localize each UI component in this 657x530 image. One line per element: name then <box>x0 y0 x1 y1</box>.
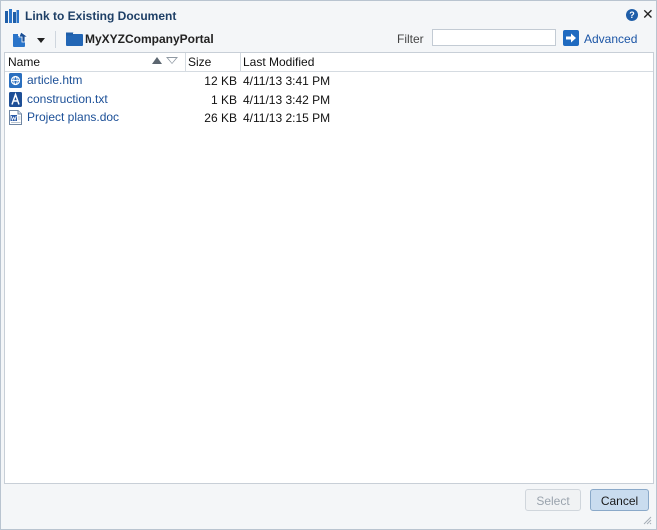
link-document-dialog: Link to Existing Document ? ✕ MyXYZCompa… <box>0 0 657 530</box>
web-page-icon <box>9 73 22 88</box>
dialog-title: Link to Existing Document <box>25 9 177 23</box>
breadcrumb-folder[interactable]: MyXYZCompanyPortal <box>85 32 214 46</box>
help-icon[interactable]: ? <box>626 9 638 21</box>
file-size: 1 KB <box>210 93 237 107</box>
table-row[interactable]: article.htm 12 KB 4/11/13 3:41 PM <box>5 72 653 90</box>
text-file-icon <box>9 92 22 107</box>
select-button[interactable]: Select <box>525 489 581 511</box>
table-row[interactable]: Project plans.doc 26 KB 4/11/13 2:15 PM <box>5 109 653 127</box>
filter-input[interactable] <box>432 29 556 46</box>
title-bar: Link to Existing Document ? ✕ <box>1 1 656 29</box>
resize-grip-icon[interactable] <box>642 515 652 525</box>
file-name[interactable]: Project plans.doc <box>27 110 119 124</box>
toolbar: MyXYZCompanyPortal Filter Advanced <box>1 29 656 51</box>
sort-ascending-icon[interactable] <box>152 57 162 64</box>
column-divider[interactable] <box>185 53 186 71</box>
folder-icon <box>66 32 83 46</box>
close-icon[interactable]: ✕ <box>642 6 654 22</box>
cancel-button[interactable]: Cancel <box>590 489 649 511</box>
document-library-icon <box>5 9 19 23</box>
arrow-right-icon[interactable] <box>563 30 579 46</box>
file-name[interactable]: construction.txt <box>27 92 108 106</box>
file-modified: 4/11/13 3:42 PM <box>243 93 331 107</box>
file-list-header: Name Size Last Modified <box>5 53 653 72</box>
file-modified: 4/11/13 3:41 PM <box>243 74 331 88</box>
column-header-name[interactable]: Name <box>8 55 40 69</box>
chevron-down-icon[interactable] <box>37 38 45 43</box>
file-name[interactable]: article.htm <box>27 73 82 87</box>
file-modified: 4/11/13 2:15 PM <box>243 111 331 125</box>
upload-folder-icon[interactable] <box>12 31 30 48</box>
file-size: 26 KB <box>204 111 237 125</box>
filter-label: Filter <box>397 32 424 46</box>
table-row[interactable]: construction.txt 1 KB 4/11/13 3:42 PM <box>5 91 653 109</box>
sort-descending-icon[interactable] <box>166 57 178 64</box>
word-document-icon <box>9 110 22 125</box>
file-list: Name Size Last Modified article.htm 12 K… <box>4 52 654 484</box>
toolbar-divider <box>55 31 56 48</box>
column-divider[interactable] <box>240 53 241 71</box>
column-header-last-modified[interactable]: Last Modified <box>243 55 314 69</box>
column-header-size[interactable]: Size <box>188 55 211 69</box>
advanced-link[interactable]: Advanced <box>584 32 637 46</box>
file-size: 12 KB <box>204 74 237 88</box>
